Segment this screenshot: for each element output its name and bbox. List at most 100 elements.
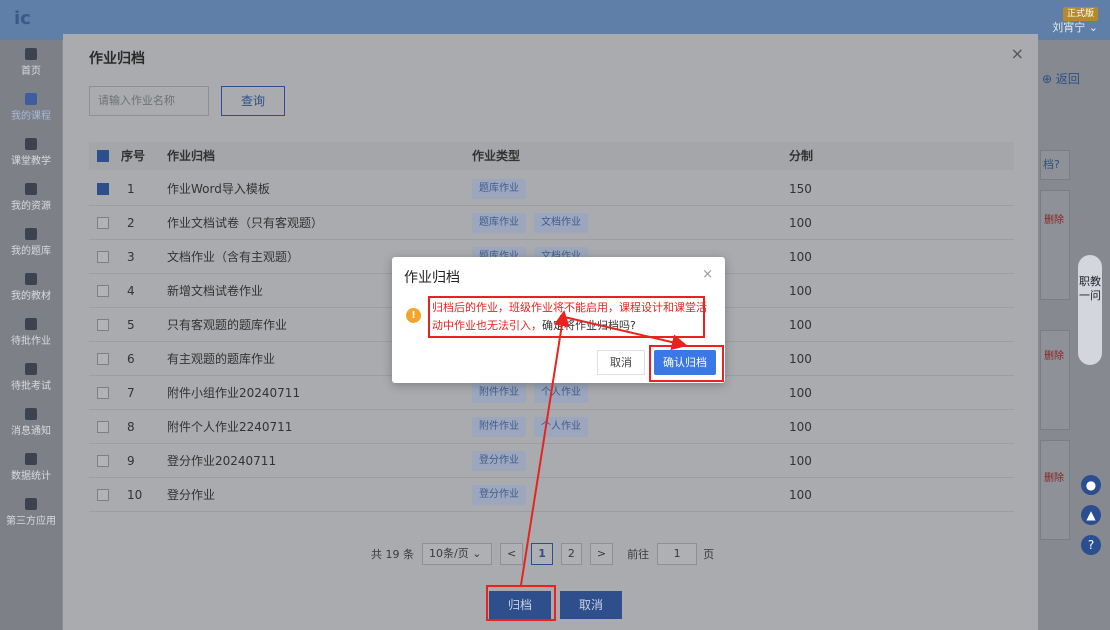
type-tag: 题库作业	[472, 179, 526, 199]
row-checkbox[interactable]	[97, 387, 109, 399]
app-logo[interactable]: ic	[14, 8, 74, 34]
sidebar-item-exam[interactable]: 待批考试	[0, 355, 62, 400]
sidebar-item-label: 数据统计	[11, 471, 51, 482]
row-checkbox[interactable]	[97, 285, 109, 297]
chevron-down-icon: ⌄	[1088, 21, 1098, 34]
annotation-box-message	[428, 296, 705, 338]
row-name: 附件小组作业20240711	[167, 386, 301, 400]
row-index: 9	[127, 454, 135, 468]
row-name: 作业Word导入模板	[167, 182, 270, 196]
goto-label: 前往	[627, 548, 650, 561]
table-row: 10 登分作业 100 登分作业	[89, 478, 1014, 512]
sidebar-item-teaching[interactable]: 课堂教学	[0, 130, 62, 175]
sidebar-item-label: 我的课程	[11, 111, 51, 122]
sidebar-item-stats[interactable]: 数据统计	[0, 445, 62, 490]
apps-icon	[25, 498, 37, 510]
table-row: 2 作业文档试卷（只有客观题） 100 题库作业 文档作业	[89, 206, 1014, 240]
page-size-select[interactable]: 10条/页 ⌄	[422, 543, 492, 565]
type-tag: 登分作业	[472, 451, 526, 471]
row-score: 100	[789, 420, 812, 434]
row-checkbox[interactable]	[97, 353, 109, 365]
course-icon	[25, 93, 37, 105]
back-link[interactable]: ⊕ 返回	[1042, 70, 1080, 87]
table-row: 1 作业Word导入模板 150 题库作业	[89, 172, 1014, 206]
page-1-button[interactable]: 1	[531, 543, 553, 565]
page-2-button[interactable]: 2	[560, 543, 582, 565]
goto-suffix: 页	[703, 548, 715, 561]
row-checkbox[interactable]	[97, 455, 109, 467]
type-tag: 个人作业	[534, 417, 588, 437]
row-checkbox[interactable]	[97, 183, 109, 195]
help-snippet[interactable]: 档?	[1040, 150, 1070, 180]
sidebar-item-message[interactable]: 消息通知	[0, 400, 62, 445]
type-tag: 附件作业	[472, 383, 526, 403]
delete-link[interactable]: 删除	[1044, 215, 1064, 226]
column-header-score: 分制	[789, 149, 814, 163]
annotation-box-confirm	[649, 345, 724, 382]
chat-icon[interactable]: ●	[1081, 475, 1101, 495]
row-score: 100	[789, 488, 812, 502]
sidebar-item-textbook[interactable]: 我的教材	[0, 265, 62, 310]
sidebar-item-label: 我的题库	[11, 246, 51, 257]
goto-page-input[interactable]: 1	[657, 543, 698, 565]
user-menu[interactable]: 正式版 刘宵宁 ⌄	[1052, 6, 1098, 35]
close-icon[interactable]: ×	[702, 267, 713, 282]
side-card-3: 删除	[1040, 440, 1070, 540]
row-name: 只有客观题的题库作业	[167, 318, 288, 332]
dialog-title: 作业归档	[89, 51, 145, 67]
row-types: 登分作业	[472, 485, 534, 505]
row-index: 7	[127, 386, 135, 400]
side-card-2: 删除	[1040, 330, 1070, 430]
row-score: 100	[789, 318, 812, 332]
search-input[interactable]: 请输入作业名称	[89, 86, 209, 116]
sidebar-item-resource[interactable]: 我的资源	[0, 175, 62, 220]
column-header-index: 序号	[121, 149, 146, 163]
assistant-label: 职教一问	[1079, 275, 1101, 302]
row-score: 100	[789, 386, 812, 400]
total-count: 共 19 条	[371, 548, 414, 561]
row-checkbox[interactable]	[97, 489, 109, 501]
cancel-button[interactable]: 取消	[560, 591, 622, 619]
sidebar-item-apps[interactable]: 第三方应用	[0, 490, 62, 535]
row-score: 100	[789, 454, 812, 468]
search-button[interactable]: 查询	[221, 86, 285, 116]
sidebar-item-question-bank[interactable]: 我的题库	[0, 220, 62, 265]
confirm-cancel-button[interactable]: 取消	[597, 350, 645, 375]
sidebar-item-label: 课堂教学	[11, 156, 51, 167]
delete-link[interactable]: 删除	[1044, 351, 1064, 362]
upload-icon[interactable]: ▲	[1081, 505, 1101, 525]
homework-icon	[25, 318, 37, 330]
row-index: 8	[127, 420, 135, 434]
row-name: 作业文档试卷（只有客观题）	[167, 216, 324, 230]
help-icon[interactable]: ?	[1081, 535, 1101, 555]
sidebar-item-label: 消息通知	[11, 426, 51, 437]
row-types: 登分作业	[472, 451, 534, 471]
row-index: 5	[127, 318, 135, 332]
close-icon[interactable]: ×	[1011, 44, 1024, 63]
row-index: 3	[127, 250, 135, 264]
row-checkbox[interactable]	[97, 251, 109, 263]
sidebar-item-label: 我的教材	[11, 291, 51, 302]
select-all-checkbox[interactable]	[97, 150, 109, 162]
table-header: 序号 作业归档 作业类型 分制	[89, 142, 1014, 170]
row-checkbox[interactable]	[97, 421, 109, 433]
row-types: 题库作业	[472, 179, 534, 199]
sidebar-item-label: 首页	[21, 66, 41, 77]
next-page-button[interactable]: >	[589, 543, 614, 565]
ai-assistant-widget[interactable]: 职教一问	[1078, 255, 1102, 365]
column-header-type: 作业类型	[472, 149, 521, 163]
row-score: 100	[789, 352, 812, 366]
row-index: 1	[127, 182, 135, 196]
stats-icon	[25, 453, 37, 465]
delete-link[interactable]: 删除	[1044, 473, 1064, 484]
teaching-icon	[25, 138, 37, 150]
type-tag: 题库作业	[472, 213, 526, 233]
sidebar-item-home[interactable]: 首页	[0, 40, 62, 85]
row-checkbox[interactable]	[97, 319, 109, 331]
sidebar-item-homework[interactable]: 待批作业	[0, 310, 62, 355]
row-name: 登分作业	[167, 488, 216, 502]
type-tag: 登分作业	[472, 485, 526, 505]
row-checkbox[interactable]	[97, 217, 109, 229]
prev-page-button[interactable]: <	[500, 543, 524, 565]
sidebar-item-course[interactable]: 我的课程	[0, 85, 62, 130]
